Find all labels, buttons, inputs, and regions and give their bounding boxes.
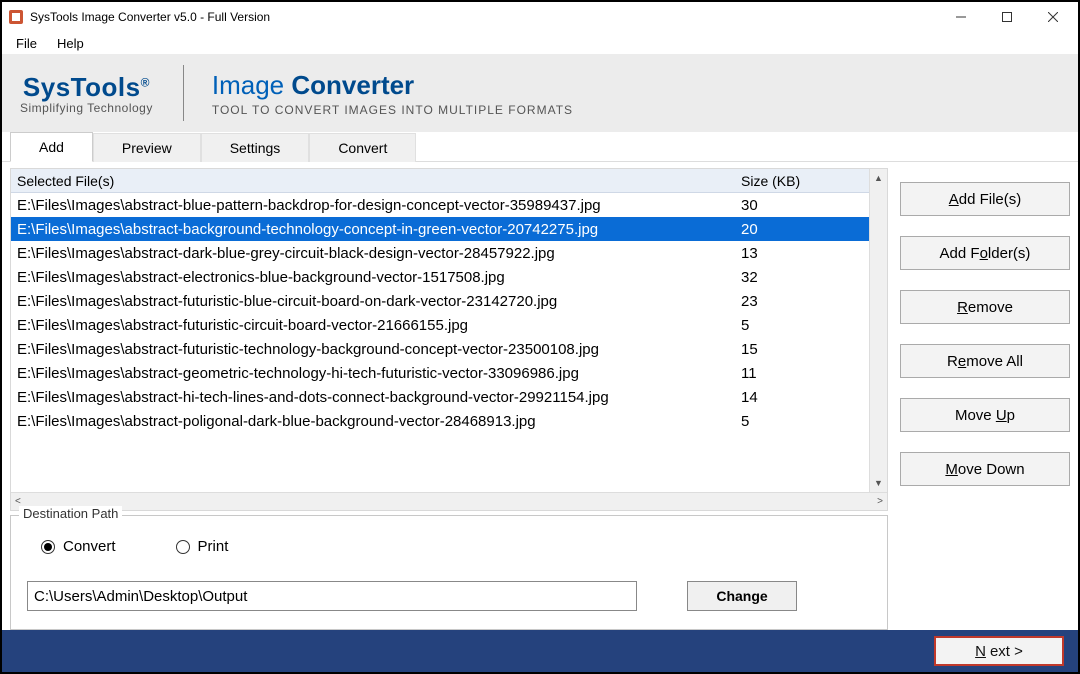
scroll-down-icon[interactable]: ▼ [870,474,887,492]
brand-header: SysTools® Simplifying Technology Image C… [2,54,1078,132]
table-row[interactable]: E:\Files\Images\abstract-futuristic-tech… [11,337,869,361]
brand-divider [183,65,184,121]
next-button[interactable]: Next > [934,636,1064,666]
move-up-button[interactable]: Move Up [900,398,1070,432]
scroll-up-icon[interactable]: ▲ [870,169,887,187]
tab-convert[interactable]: Convert [309,133,416,162]
file-size-cell: 5 [739,413,869,430]
add-folders-button[interactable]: Add Folder(s) [900,236,1070,270]
file-path-cell: E:\Files\Images\abstract-electronics-blu… [11,269,739,286]
destination-path-input[interactable] [27,581,637,611]
file-path-cell: E:\Files\Images\abstract-poligonal-dark-… [11,413,739,430]
column-header-size[interactable]: Size (KB) [739,173,869,189]
file-size-cell: 23 [739,293,869,310]
menu-help[interactable]: Help [47,34,94,53]
menu-file[interactable]: File [6,34,47,53]
file-path-cell: E:\Files\Images\abstract-hi-tech-lines-a… [11,389,739,406]
file-path-cell: E:\Files\Images\abstract-futuristic-circ… [11,317,739,334]
file-list: Selected File(s) Size (KB) E:\Files\Imag… [10,168,888,511]
move-down-button[interactable]: Move Down [900,452,1070,486]
table-row[interactable]: E:\Files\Images\abstract-hi-tech-lines-a… [11,385,869,409]
table-row[interactable]: E:\Files\Images\abstract-geometric-techn… [11,361,869,385]
menubar: File Help [2,32,1078,54]
add-files-button[interactable]: Add File(s) [900,182,1070,216]
horizontal-scrollbar[interactable]: < > [11,492,887,510]
destination-path-group: Destination Path Convert Print Change [10,515,888,630]
file-size-cell: 5 [739,317,869,334]
destination-legend: Destination Path [19,506,122,521]
close-button[interactable] [1030,2,1076,32]
file-path-cell: E:\Files\Images\abstract-blue-pattern-ba… [11,197,739,214]
table-row[interactable]: E:\Files\Images\abstract-futuristic-blue… [11,289,869,313]
maximize-button[interactable] [984,2,1030,32]
file-list-header: Selected File(s) Size (KB) [11,169,869,193]
change-button[interactable]: Change [687,581,797,611]
product-title: Image Converter [212,70,573,101]
file-path-cell: E:\Files\Images\abstract-futuristic-tech… [11,341,739,358]
file-path-cell: E:\Files\Images\abstract-background-tech… [11,221,739,238]
table-row[interactable]: E:\Files\Images\abstract-background-tech… [11,217,869,241]
vertical-scrollbar[interactable]: ▲ ▼ [869,169,887,492]
remove-button[interactable]: Remove [900,290,1070,324]
file-path-cell: E:\Files\Images\abstract-dark-blue-grey-… [11,245,739,262]
file-size-cell: 32 [739,269,869,286]
tabstrip: Add Preview Settings Convert [2,132,1078,162]
window-title: SysTools Image Converter v5.0 - Full Ver… [30,10,938,24]
file-size-cell: 15 [739,341,869,358]
brand-tagline: Simplifying Technology [20,101,153,115]
file-size-cell: 20 [739,221,869,238]
table-row[interactable]: E:\Files\Images\abstract-blue-pattern-ba… [11,193,869,217]
column-header-file[interactable]: Selected File(s) [11,173,739,189]
remove-all-button[interactable]: Remove All [900,344,1070,378]
scroll-right-icon[interactable]: > [877,496,883,507]
radio-print[interactable]: Print [176,538,229,555]
file-path-cell: E:\Files\Images\abstract-futuristic-blue… [11,293,739,310]
minimize-button[interactable] [938,2,984,32]
file-size-cell: 14 [739,389,869,406]
tab-preview[interactable]: Preview [93,133,201,162]
file-size-cell: 11 [739,365,869,382]
brand-logo: SysTools® [23,72,150,103]
file-size-cell: 13 [739,245,869,262]
radio-convert[interactable]: Convert [41,538,116,555]
footer-bar: Next > [2,630,1078,672]
tab-settings[interactable]: Settings [201,133,310,162]
file-path-cell: E:\Files\Images\abstract-geometric-techn… [11,365,739,382]
table-row[interactable]: E:\Files\Images\abstract-futuristic-circ… [11,313,869,337]
table-row[interactable]: E:\Files\Images\abstract-poligonal-dark-… [11,409,869,433]
app-icon [8,9,24,25]
tab-add[interactable]: Add [10,132,93,162]
file-size-cell: 30 [739,197,869,214]
titlebar: SysTools Image Converter v5.0 - Full Ver… [2,2,1078,32]
table-row[interactable]: E:\Files\Images\abstract-dark-blue-grey-… [11,241,869,265]
product-subtitle: TOOL TO CONVERT IMAGES INTO MULTIPLE FOR… [212,103,573,117]
table-row[interactable]: E:\Files\Images\abstract-electronics-blu… [11,265,869,289]
